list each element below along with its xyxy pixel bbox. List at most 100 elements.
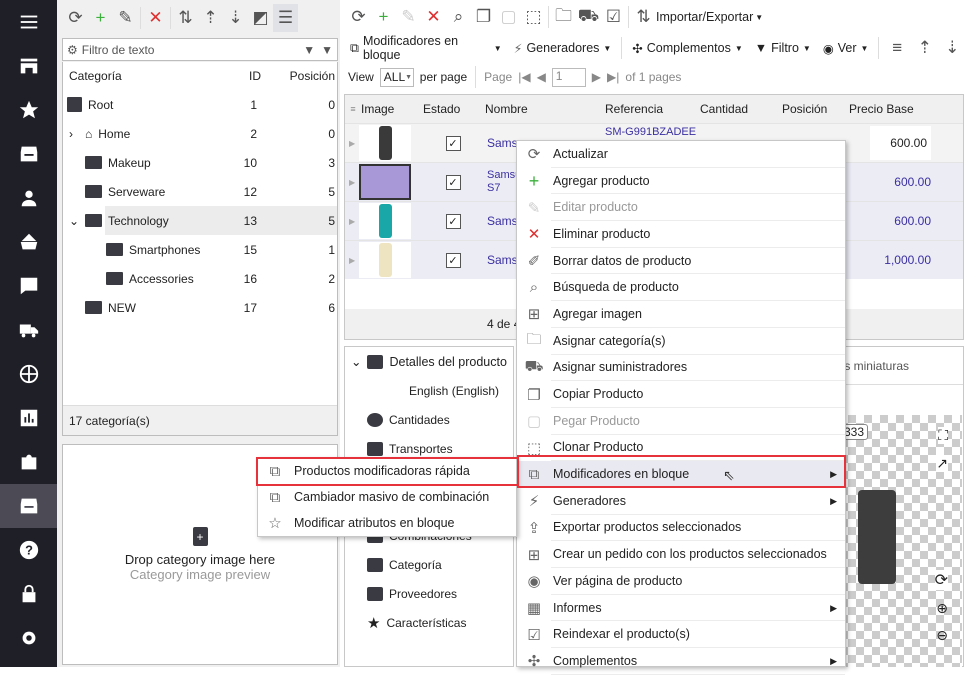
category-row[interactable]: Accessories 16 2 (63, 264, 337, 293)
category-row[interactable]: Root 1 0 (63, 90, 337, 119)
archive-icon[interactable] (0, 484, 57, 528)
column-base-price[interactable]: Precio Base (849, 102, 929, 116)
close-icon[interactable]: ✕ (143, 4, 168, 32)
details-item[interactable]: ★ Características (345, 608, 513, 637)
move-up-icon[interactable]: ⇡ (913, 34, 937, 62)
rotate-icon[interactable]: ⟳ (934, 570, 948, 590)
paste-icon[interactable]: ▢ (496, 3, 521, 31)
move-down-icon[interactable]: ⇣ (940, 34, 964, 62)
filter-input[interactable]: ⚙ Filtro de texto ▼ ▼ (62, 38, 338, 61)
close-icon[interactable]: ✕ (421, 3, 446, 31)
details-item[interactable]: ⌄ Detalles del producto (345, 347, 513, 376)
menu-item-search-product[interactable]: ⌕ Búsqueda de producto (517, 274, 845, 302)
plus-minus-icon[interactable]: ◩ (248, 4, 273, 32)
filter-list-icon[interactable]: ☰ (273, 4, 298, 32)
column-name[interactable]: Nombre (485, 102, 605, 116)
category-row[interactable]: NEW 17 6 (63, 293, 337, 322)
reindex-icon[interactable]: ☑ (601, 3, 626, 31)
category-row[interactable]: Serveware 12 5 (63, 177, 337, 206)
lock-icon[interactable] (0, 572, 57, 616)
details-item[interactable]: English (English) (345, 376, 513, 405)
menu-item-add-product[interactable]: + Agregar producto (517, 168, 845, 195)
view-button[interactable]: ◉ Ver ▼ (819, 41, 873, 56)
column-image[interactable]: Image (361, 102, 423, 116)
submenu-item-quick-edit[interactable]: ⧉ Productos modificadoras rápida (258, 458, 516, 484)
thumbnails-tab[interactable]: s miniaturas (841, 347, 963, 385)
status-checkbox[interactable]: ✓ (445, 174, 461, 190)
column-position[interactable]: Posición (277, 69, 337, 83)
column-id[interactable]: ID (201, 69, 277, 83)
submenu-item-bulk-attributes[interactable]: ☆ Modificar atributos en bloque (258, 510, 516, 536)
category-row[interactable]: ⌄ Technology 13 5 (63, 206, 337, 235)
supplier-icon[interactable]: ⛟ (576, 3, 601, 31)
menu-item-create-order[interactable]: ⊞ Crear un pedido con los productos selec… (517, 541, 845, 568)
menu-item-addons[interactable]: ✣ Complementos ▶ (517, 648, 845, 675)
menu-item-assign-categories[interactable]: 🗀 Asignar categoría(s) (517, 328, 845, 355)
menu-item-refresh[interactable]: ⟳ Actualizar (517, 141, 845, 168)
basket-icon[interactable] (0, 220, 57, 264)
column-status[interactable]: Estado (423, 102, 485, 116)
menu-item-copy-product[interactable]: ❐ Copiar Producto (517, 381, 845, 408)
last-page-icon[interactable]: ▶| (607, 70, 619, 84)
sort-alpha-icon[interactable]: ≡ (885, 34, 909, 62)
zoom-in-icon[interactable]: ⊕ (936, 600, 948, 617)
page-input[interactable]: 1 (551, 67, 586, 87)
column-position[interactable]: Posición (782, 102, 849, 116)
menu-item-delete-product[interactable]: ✕ Eliminar producto (517, 221, 845, 248)
import-export-button[interactable]: Importar/Exportar (656, 10, 753, 24)
pencil-icon[interactable]: ✎ (113, 4, 138, 32)
menu-item-export-selected[interactable]: ⇪ Exportar productos seleccionados (517, 515, 845, 542)
plus-icon[interactable]: + (371, 3, 396, 31)
column-menu-icon[interactable]: ≡ (345, 104, 361, 114)
column-quantity[interactable]: Cantidad (700, 102, 782, 116)
column-reference[interactable]: Referencia (605, 102, 700, 116)
menu-icon[interactable] (0, 0, 57, 44)
menu-item-clone-product[interactable]: ⬚ Clonar Producto (517, 435, 845, 462)
category-row[interactable]: › ⌂ Home 2 0 (63, 119, 337, 148)
puzzle-icon[interactable] (0, 440, 57, 484)
plus-icon[interactable]: + (88, 4, 113, 32)
details-item[interactable]: Proveedores (345, 579, 513, 608)
status-checkbox[interactable]: ✓ (445, 213, 461, 229)
chevron-right-icon[interactable]: › (69, 127, 85, 141)
next-page-icon[interactable]: ▶ (592, 70, 601, 84)
star-icon[interactable] (0, 88, 57, 132)
status-checkbox[interactable]: ✓ (445, 252, 461, 268)
copy-icon[interactable]: ❐ (471, 3, 496, 31)
search-icon[interactable]: ⌕ (446, 3, 471, 31)
menu-item-clear-data[interactable]: ✐ Borrar datos de producto (517, 248, 845, 275)
category-row[interactable]: Smartphones 15 1 (63, 235, 337, 264)
category-row[interactable]: Makeup 10 3 (63, 148, 337, 177)
user-icon[interactable] (0, 176, 57, 220)
menu-item-view-product-page[interactable]: ◉ Ver página de producto (517, 568, 845, 595)
chat-icon[interactable] (0, 264, 57, 308)
clone-icon[interactable]: ⬚ (521, 3, 546, 31)
filter-apply-icon[interactable]: ▼ (303, 43, 315, 57)
details-item[interactable]: Categoría (345, 550, 513, 579)
gear-icon[interactable] (0, 616, 57, 660)
refresh-icon[interactable]: ⟳ (346, 3, 371, 31)
pencil-icon[interactable]: ✎ (396, 3, 421, 31)
store-icon[interactable] (0, 44, 57, 88)
status-checkbox[interactable]: ✓ (445, 135, 461, 151)
menu-item-assign-suppliers[interactable]: ⛟ Asignar suministradores (517, 355, 845, 382)
prev-page-icon[interactable]: ◀ (537, 70, 546, 84)
submenu-item-combination-changer[interactable]: ⧉ Cambiador masivo de combinación (258, 484, 516, 510)
filter-button[interactable]: ▼ Filtro ▼ (751, 41, 815, 55)
zoom-out-icon[interactable]: ⊖ (936, 627, 948, 644)
help-icon[interactable]: ? (0, 528, 57, 572)
menu-item-reports[interactable]: ▦ Informes ▶ (517, 595, 845, 622)
menu-item-reindex[interactable]: ☑ Reindexar el producto(s) (517, 621, 845, 649)
per-page-select[interactable]: ALL ▼ (379, 67, 414, 87)
open-external-icon[interactable]: ↗ (936, 455, 948, 472)
menu-item-generators[interactable]: ⚡ Generadores ▶ (517, 488, 845, 515)
menu-item-paste-product[interactable]: ▢ Pegar Producto (517, 408, 845, 435)
folder-check-icon[interactable]: 🗀 (551, 3, 576, 31)
details-item[interactable]: Cantidades (345, 405, 513, 434)
globe-icon[interactable] (0, 352, 57, 396)
truck-icon[interactable] (0, 308, 57, 352)
sort-icon[interactable]: ⇅ (173, 4, 198, 32)
menu-item-bulk-modifiers[interactable]: ⧉ Modificadores en bloque ▶ ⇖ (517, 461, 845, 488)
filter-clear-icon[interactable]: ▼ (321, 43, 333, 57)
column-category[interactable]: Categoría (63, 62, 201, 90)
